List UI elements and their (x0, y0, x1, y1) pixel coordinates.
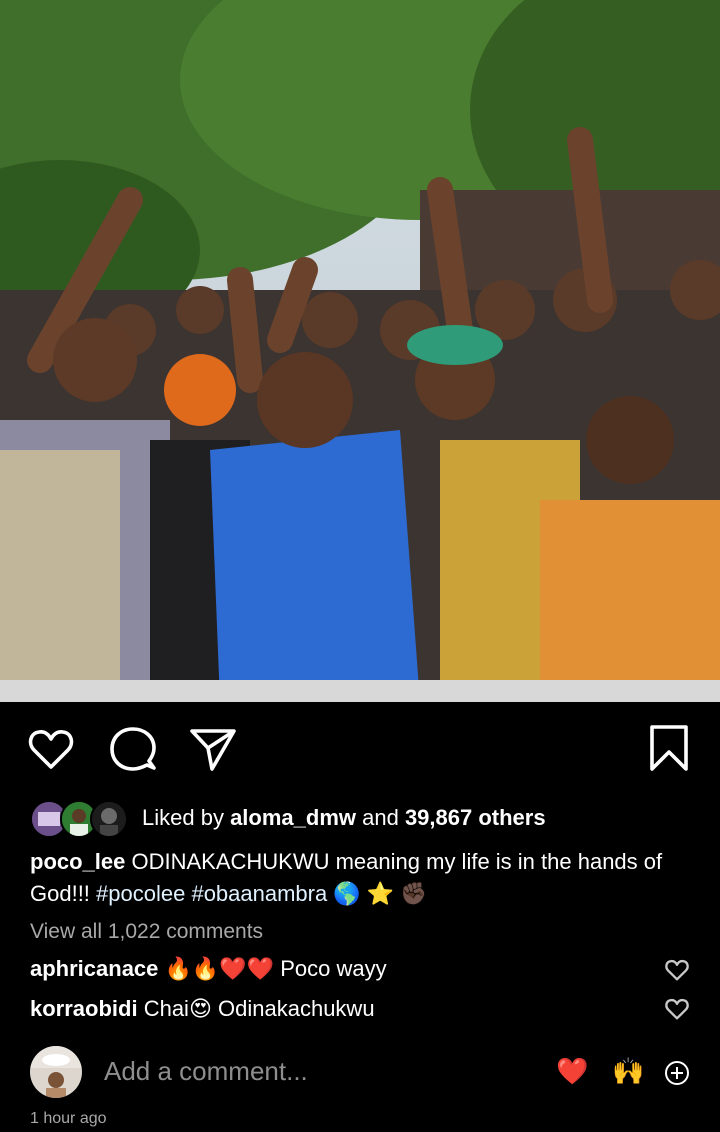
add-plus-icon[interactable] (664, 1060, 690, 1092)
likes-text: Liked by aloma_dmw and 39,867 others (142, 805, 546, 830)
comment-username[interactable]: korraobidi (30, 996, 138, 1021)
post-photo[interactable] (0, 0, 720, 702)
post-caption: poco_lee ODINAKACHUKWU meaning my life i… (30, 846, 690, 910)
raised-hands-reaction-button[interactable]: 🙌 (612, 1056, 644, 1086)
paper-plane-icon[interactable] (188, 724, 238, 774)
comment-emojis: 🔥🔥❤️❤️ (164, 956, 275, 981)
avatar (90, 800, 128, 838)
like-comment-heart-icon[interactable] (664, 996, 690, 1022)
likes-summary[interactable]: Liked by aloma_dmw and 39,867 others (30, 798, 546, 838)
bookmark-icon[interactable] (644, 724, 694, 774)
heart-outline-icon[interactable] (26, 724, 76, 774)
post-timestamp: 1 hour ago (30, 1110, 107, 1127)
likes-count[interactable]: 39,867 others (405, 805, 546, 830)
comment-text: Poco wayy (280, 956, 387, 981)
comment-emojis: 😍 (188, 996, 212, 1021)
comment-username[interactable]: aphricanace (30, 956, 158, 981)
comment-bubble-icon[interactable] (108, 724, 158, 774)
view-all-comments-link[interactable]: View all 1,022 comments (30, 920, 263, 944)
heart-reaction-button[interactable]: ❤️ (556, 1056, 588, 1086)
like-comment-heart-icon[interactable] (664, 957, 690, 983)
comment-item: aphricanace 🔥🔥❤️❤️ Poco wayy (30, 956, 660, 982)
caption-username[interactable]: poco_lee (30, 849, 125, 874)
post-actions (0, 724, 720, 774)
liker-avatars (30, 800, 130, 838)
avatar[interactable] (30, 1046, 82, 1098)
caption-hashtags[interactable]: #pocolee #obaanambra (96, 881, 327, 906)
comment-input[interactable]: Add a comment... (104, 1056, 308, 1087)
comment-text: Odinakachukwu (218, 996, 375, 1021)
liker-username[interactable]: aloma_dmw (230, 805, 356, 830)
add-comment-row: Add a comment... ❤️ 🙌 (30, 1044, 690, 1102)
caption-emojis: 🌎 ⭐ ✊🏿 (333, 881, 428, 906)
comment-item: korraobidi Chai😍 Odinakachukwu (30, 996, 660, 1022)
comment-text-prefix: Chai (143, 996, 189, 1021)
